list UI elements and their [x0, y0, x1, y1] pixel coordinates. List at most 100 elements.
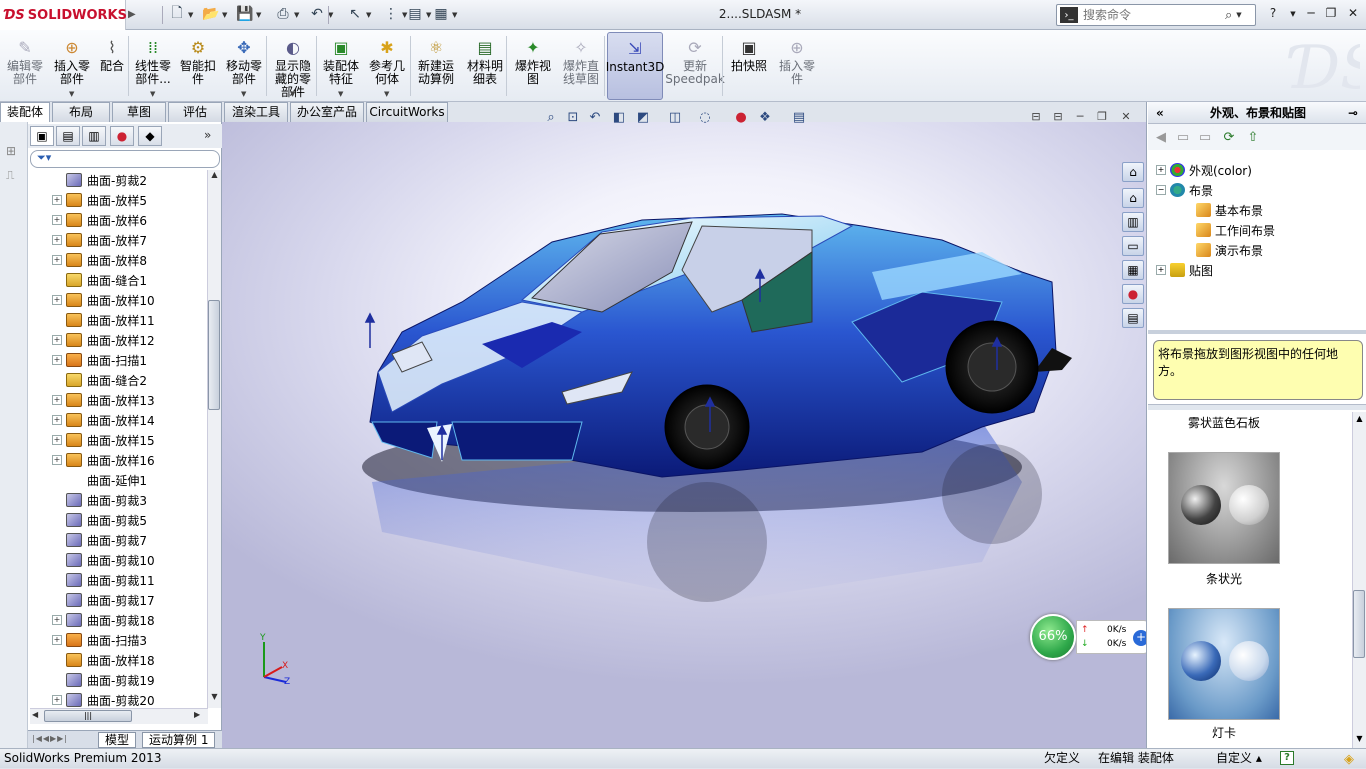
- scroll-down-arrow-icon[interactable]: ▼: [208, 692, 221, 706]
- tree-item[interactable]: 曲面-放样18: [28, 650, 208, 670]
- new-document-icon[interactable]: 🗋: [168, 5, 186, 23]
- scroll-down-arrow-icon[interactable]: ▼: [1353, 734, 1366, 743]
- pane-splitter[interactable]: [1148, 330, 1366, 334]
- custom-units-dropdown[interactable]: 自定义 ▴: [1216, 749, 1262, 768]
- ribbon-insert-part-button[interactable]: ⊕ 插入零 件: [774, 32, 820, 100]
- expand-plus-icon[interactable]: +: [52, 335, 62, 345]
- tree-item[interactable]: 曲面-缝合2: [28, 370, 208, 390]
- save-icon[interactable]: 💾: [236, 5, 254, 23]
- expand-toggle-icon[interactable]: +: [1156, 165, 1166, 175]
- scroll-up-arrow-icon[interactable]: ▲: [1353, 414, 1366, 423]
- sketch-relation-icon[interactable]: ⊞: [6, 144, 20, 158]
- help-icon[interactable]: ?: [1264, 6, 1282, 22]
- print-dropdown-icon[interactable]: ▼: [294, 11, 299, 19]
- tree-hscroll-thumb[interactable]: |||: [44, 710, 132, 722]
- tree-item[interactable]: 曲面-延伸1: [28, 470, 208, 490]
- tree-item[interactable]: 曲面-剪裁10: [28, 550, 208, 570]
- expand-toggle-icon[interactable]: −: [1156, 185, 1166, 195]
- expand-plus-icon[interactable]: +: [52, 215, 62, 225]
- gallery-scroll-thumb[interactable]: [1353, 590, 1365, 658]
- viewport-close-button[interactable]: ✕: [1118, 110, 1134, 124]
- options-dropdown-icon[interactable]: ▼: [452, 11, 457, 19]
- appearance-tab-icon[interactable]: ●: [110, 126, 134, 146]
- car-model[interactable]: Y Z X: [222, 122, 1146, 748]
- scene-tree-item[interactable]: + 贴图: [1156, 260, 1213, 280]
- expand-plus-icon[interactable]: +: [52, 615, 62, 625]
- ribbon-update-speedpak-button[interactable]: ⟳ 更新 Speedpak: [665, 32, 725, 100]
- step-icon[interactable]: ⎍: [6, 168, 20, 182]
- tree-item[interactable]: + 曲面-放样10: [28, 290, 208, 310]
- expand-plus-icon[interactable]: +: [52, 435, 62, 445]
- expand-plus-icon[interactable]: +: [52, 235, 62, 245]
- expand-plus-icon[interactable]: +: [52, 195, 62, 205]
- ribbon-instant3d-button[interactable]: ⇲ Instant3D: [606, 32, 664, 100]
- gallery-scrollbar[interactable]: ▲ ▼: [1352, 412, 1366, 748]
- tree-item[interactable]: 曲面-剪裁3: [28, 490, 208, 510]
- tab-nav-arrows-icon[interactable]: |◀◀▶▶|: [32, 734, 68, 743]
- add-folder-icon[interactable]: ▭: [1196, 128, 1214, 146]
- expand-plus-icon[interactable]: +: [52, 355, 62, 365]
- tab-6[interactable]: CircuitWorks: [366, 102, 448, 122]
- tab-5[interactable]: 办公室产品: [290, 102, 364, 122]
- property-manager-tab-icon[interactable]: ▤: [56, 126, 80, 146]
- feature-tree-tab-icon[interactable]: ▣: [30, 126, 54, 146]
- scene-tree-item[interactable]: 演示布景: [1182, 240, 1263, 260]
- tab-2[interactable]: 草图: [112, 102, 166, 122]
- tree-item[interactable]: + 曲面-放样7: [28, 230, 208, 250]
- select-arrow-icon[interactable]: ↖: [346, 5, 364, 23]
- configuration-manager-tab-icon[interactable]: ▥: [82, 126, 106, 146]
- tree-item[interactable]: + 曲面-剪裁18: [28, 610, 208, 630]
- command-search-input[interactable]: [1083, 6, 1223, 24]
- expand-plus-icon[interactable]: +: [52, 455, 62, 465]
- tab-3[interactable]: 评估: [168, 102, 222, 122]
- scene-tree-item[interactable]: − 布景: [1156, 180, 1213, 200]
- undo-icon[interactable]: ↶: [308, 5, 326, 23]
- tab-1[interactable]: 布局: [52, 102, 110, 122]
- menu-expand-arrow-icon[interactable]: ▶: [128, 9, 136, 20]
- tab-model[interactable]: 模型: [98, 732, 137, 748]
- up-folder-icon[interactable]: ⇧: [1244, 128, 1262, 146]
- expand-plus-icon[interactable]: +: [52, 415, 62, 425]
- tag-icon[interactable]: ◈: [1344, 750, 1354, 769]
- collapse-chevron-icon[interactable]: «: [1156, 102, 1164, 124]
- scene-tree-item[interactable]: 工作间布景: [1182, 220, 1275, 240]
- file-properties-dropdown-icon[interactable]: ▼: [426, 11, 431, 19]
- expand-plus-icon[interactable]: +: [52, 295, 62, 305]
- tree-item[interactable]: 曲面-剪裁11: [28, 570, 208, 590]
- print-icon[interactable]: ⎙: [274, 5, 292, 23]
- save-dropdown-icon[interactable]: ▼: [256, 11, 261, 19]
- options-icon[interactable]: ▦: [432, 5, 450, 23]
- command-search-box[interactable]: ›_ ⌕ ▼: [1056, 4, 1256, 26]
- new-document-dropdown-icon[interactable]: ▼: [188, 11, 193, 19]
- filter-icon[interactable]: ⏷▾: [37, 151, 51, 164]
- tree-item[interactable]: + 曲面-放样14: [28, 410, 208, 430]
- network-speed-gauge[interactable]: 66%: [1030, 614, 1076, 660]
- ribbon-exploded-view-button[interactable]: ✦ 爆炸视 图: [510, 32, 556, 100]
- edit-appearance-icon[interactable]: ●: [732, 108, 750, 126]
- ribbon-dropdown-icon[interactable]: ▼: [69, 90, 74, 98]
- scroll-left-arrow-icon[interactable]: ◀: [32, 710, 38, 719]
- appearances-scenes-icon[interactable]: ●: [1122, 284, 1144, 304]
- close-button[interactable]: ✕: [1344, 6, 1362, 22]
- view-settings-icon[interactable]: ▤: [790, 108, 808, 126]
- viewport-restore-button[interactable]: ❐: [1094, 110, 1110, 124]
- ribbon-new-motion-study-button[interactable]: ⚛ 新建运 动算例: [412, 32, 460, 100]
- solidworks-logo[interactable]: ƊS SOLIDWORKS: [0, 0, 127, 30]
- solidworks-resources-icon[interactable]: ⌂: [1122, 162, 1144, 182]
- tree-item[interactable]: + 曲面-放样12: [28, 330, 208, 350]
- scroll-right-arrow-icon[interactable]: ▶: [194, 710, 200, 719]
- ribbon-dropdown-icon[interactable]: ▼: [384, 90, 389, 98]
- tree-item[interactable]: + 曲面-扫描3: [28, 630, 208, 650]
- restore-button[interactable]: ❐: [1322, 6, 1340, 22]
- tree-item[interactable]: + 曲面-扫描1: [28, 350, 208, 370]
- tree-vertical-scrollbar[interactable]: ▲ ▼: [207, 170, 221, 708]
- ribbon-mate-button[interactable]: ⌇ 配合: [94, 32, 130, 100]
- zoom-to-fit-icon[interactable]: ⌕: [542, 108, 560, 126]
- file-properties-icon[interactable]: ▤: [406, 5, 424, 23]
- tree-item[interactable]: 曲面-放样11: [28, 310, 208, 330]
- ribbon-snapshot-button[interactable]: ▣ 拍快照: [726, 32, 772, 100]
- scroll-up-arrow-icon[interactable]: ▲: [208, 170, 221, 184]
- tree-item[interactable]: 曲面-剪裁5: [28, 510, 208, 530]
- display-style-icon[interactable]: ◫: [666, 108, 684, 126]
- tab-4[interactable]: 渲染工具: [224, 102, 288, 122]
